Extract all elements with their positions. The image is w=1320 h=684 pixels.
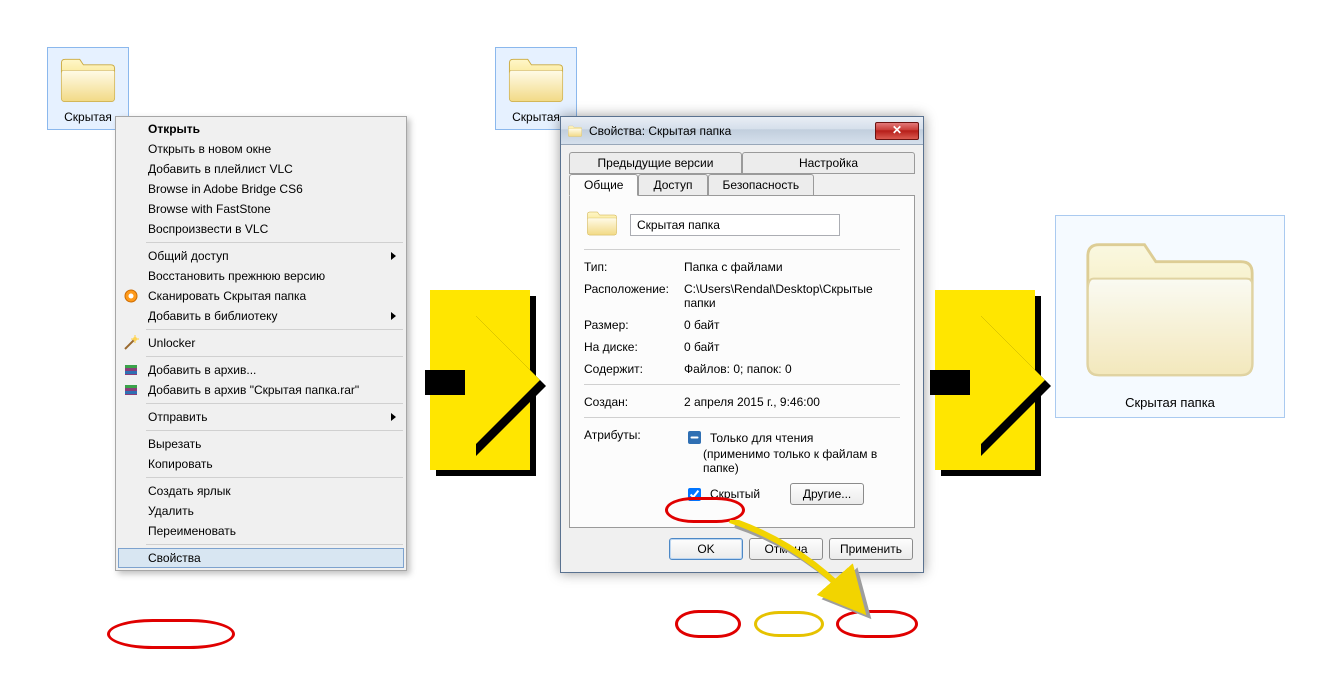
field-location-label: Расположение: xyxy=(584,282,684,296)
hidden-checkbox-input[interactable] xyxy=(688,488,701,501)
tab-pane-general: Тип:Папка с файлами Расположение:C:\User… xyxy=(569,195,915,528)
cancel-button[interactable]: Отмена xyxy=(749,538,823,560)
tab-access[interactable]: Доступ xyxy=(638,174,707,196)
ctx-add-library[interactable]: Добавить в библиотеку xyxy=(118,306,404,326)
ctx-cut[interactable]: Вырезать xyxy=(118,434,404,454)
field-type-value: Папка с файлами xyxy=(684,260,900,274)
ok-button[interactable]: OK xyxy=(669,538,743,560)
tab-security[interactable]: Безопасность xyxy=(708,174,815,196)
field-size-value: 0 байт xyxy=(684,318,900,332)
annotation-circle xyxy=(754,611,824,637)
readonly-checkbox[interactable]: Только для чтения xyxy=(684,428,813,447)
tab-previous-versions[interactable]: Предыдущие версии xyxy=(569,152,742,174)
ctx-play-vlc[interactable]: Воспроизвести в VLC xyxy=(118,219,404,239)
ctx-sep xyxy=(146,403,403,404)
ctx-copy[interactable]: Копировать xyxy=(118,454,404,474)
tab-settings[interactable]: Настройка xyxy=(742,152,915,174)
folder-icon xyxy=(584,208,620,238)
ctx-share[interactable]: Общий доступ xyxy=(118,246,404,266)
ctx-browse-faststone[interactable]: Browse with FastStone xyxy=(118,199,404,219)
apply-button[interactable]: Применить xyxy=(829,538,913,560)
ctx-sep xyxy=(146,356,403,357)
ctx-scan[interactable]: Сканировать Скрытая папка xyxy=(118,286,404,306)
context-menu: Открыть Открыть в новом окне Добавить в … xyxy=(115,116,407,571)
ctx-browse-bridge[interactable]: Browse in Adobe Bridge CS6 xyxy=(118,179,404,199)
scan-icon xyxy=(123,288,139,304)
readonly-note: (применимо только к файлам в папке) xyxy=(703,447,900,475)
folder-icon xyxy=(1070,222,1270,392)
ctx-add-archive-named[interactable]: Добавить в архив "Скрытая папка.rar" xyxy=(118,380,404,400)
properties-dialog: Свойства: Скрытая папка ✕ Предыдущие вер… xyxy=(560,116,924,573)
ctx-delete[interactable]: Удалить xyxy=(118,501,404,521)
ctx-sep xyxy=(146,242,403,243)
field-type-label: Тип: xyxy=(584,260,684,274)
field-location-value: C:\Users\Rendal\Desktop\Скрытые папки xyxy=(684,282,900,310)
ctx-sep xyxy=(146,544,403,545)
dialog-footer: OK Отмена Применить xyxy=(561,528,923,572)
tabs-row-bottom: Общие Доступ Безопасность xyxy=(569,173,915,195)
ctx-open-new-window[interactable]: Открыть в новом окне xyxy=(118,139,404,159)
dialog-title: Свойства: Скрытая папка xyxy=(589,124,869,138)
ctx-create-shortcut[interactable]: Создать ярлык xyxy=(118,481,404,501)
chevron-right-icon xyxy=(391,252,396,260)
field-ondisk-value: 0 байт xyxy=(684,340,900,354)
readonly-checkbox-input[interactable] xyxy=(688,431,701,444)
ctx-sep xyxy=(146,329,403,330)
wand-icon xyxy=(123,335,139,351)
ctx-send-to[interactable]: Отправить xyxy=(118,407,404,427)
chevron-right-icon xyxy=(391,312,396,320)
field-created-label: Создан: xyxy=(584,395,684,409)
annotation-circle xyxy=(836,610,918,638)
field-contains-label: Содержит: xyxy=(584,362,684,376)
desktop-folder-1-label: Скрытая xyxy=(52,109,124,125)
ctx-properties[interactable]: Свойства xyxy=(118,548,404,568)
folder-icon xyxy=(567,124,583,138)
close-button[interactable]: ✕ xyxy=(875,122,919,140)
dialog-titlebar[interactable]: Свойства: Скрытая папка ✕ xyxy=(561,117,923,145)
field-ondisk-label: На диске: xyxy=(584,340,684,354)
ctx-add-vlc-playlist[interactable]: Добавить в плейлист VLC xyxy=(118,159,404,179)
tab-general[interactable]: Общие xyxy=(569,174,638,196)
annotation-circle xyxy=(675,610,741,638)
folder-icon xyxy=(501,52,571,107)
ctx-open[interactable]: Открыть xyxy=(118,119,404,139)
field-size-label: Размер: xyxy=(584,318,684,332)
ctx-sep xyxy=(146,477,403,478)
ctx-rename[interactable]: Переименовать xyxy=(118,521,404,541)
annotation-arrow xyxy=(430,290,560,490)
annotation-circle xyxy=(107,619,235,649)
winrar-icon xyxy=(123,362,139,378)
field-created-value: 2 апреля 2015 г., 9:46:00 xyxy=(684,395,900,409)
field-attributes-label: Атрибуты: xyxy=(584,428,684,442)
desktop-folder-hidden-label: Скрытая папка xyxy=(1062,394,1278,411)
tabs-row-top: Предыдущие версии Настройка xyxy=(569,151,915,173)
ctx-restore-previous[interactable]: Восстановить прежнюю версию xyxy=(118,266,404,286)
folder-name-input[interactable] xyxy=(630,214,840,236)
ctx-sep xyxy=(146,430,403,431)
folder-icon xyxy=(53,52,123,107)
ctx-add-archive[interactable]: Добавить в архив... xyxy=(118,360,404,380)
annotation-arrow xyxy=(935,290,1065,490)
hidden-checkbox[interactable]: Скрытый xyxy=(684,485,760,504)
desktop-folder-hidden[interactable]: Скрытая папка xyxy=(1055,215,1285,418)
field-contains-value: Файлов: 0; папок: 0 xyxy=(684,362,900,376)
ctx-unlocker[interactable]: Unlocker xyxy=(118,333,404,353)
chevron-right-icon xyxy=(391,413,396,421)
winrar-icon xyxy=(123,382,139,398)
others-button[interactable]: Другие... xyxy=(790,483,864,505)
